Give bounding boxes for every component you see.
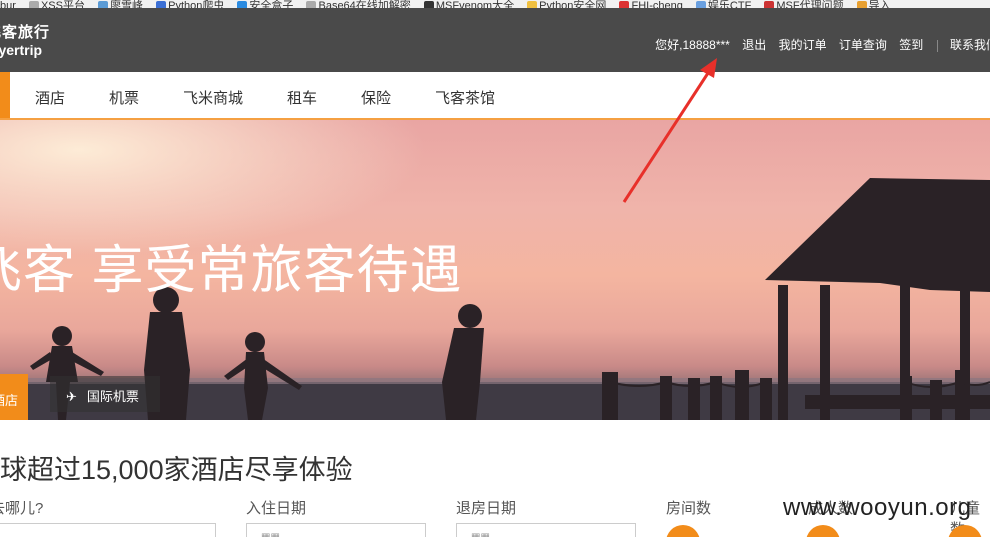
checkout-label: 退房日期 — [456, 500, 517, 517]
destination-label: 去哪儿? — [0, 500, 44, 517]
checkout-date-input[interactable]: ▦▦ — [456, 523, 636, 537]
page: bur XSS平台 廖雪峰 Python爬虫 安全盒子 Base64在线加解密 … — [0, 0, 990, 537]
rooms-label: 房间数 — [666, 500, 712, 517]
calendar-icon: ▦▦ — [471, 532, 490, 537]
checkin-date-input[interactable]: ▦▦ — [246, 523, 426, 537]
search-title: 全球超过15,000家酒店尽享体验 — [0, 455, 353, 485]
checkin-label: 入住日期 — [246, 500, 307, 517]
watermark: www.wooyun.org — [783, 494, 972, 521]
destination-input[interactable] — [0, 523, 216, 537]
calendar-icon: ▦▦ — [261, 532, 280, 537]
